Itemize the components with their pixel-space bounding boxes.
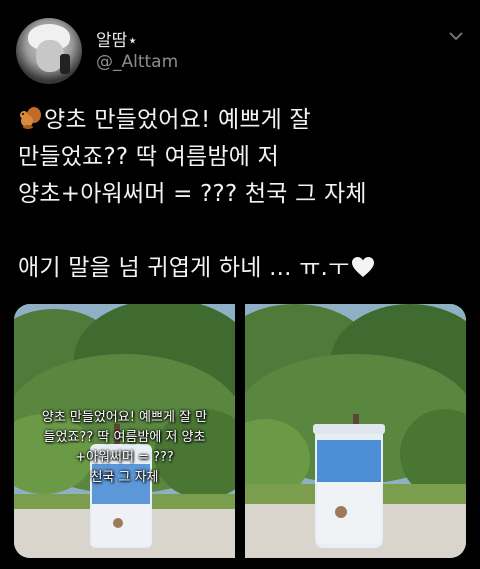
tweet-header: 알땀⋆ @_Alttam bbox=[16, 18, 464, 88]
tweet-photos: 양초 만들었어요! 예쁘게 잘 만 들었죠?? 딱 여름밤에 저 양초 +아워써… bbox=[14, 304, 466, 558]
tweet-line-2: 만들었죠?? 딱 여름밤에 저 bbox=[18, 144, 279, 170]
overlay-line-2: 들었죠?? 딱 여름밤에 저 양초 bbox=[43, 430, 206, 445]
tweet-line-4-text: 애기 말을 넘 귀엽게 하네 ... ㅠ.ㅜ bbox=[18, 255, 350, 281]
avatar[interactable] bbox=[16, 18, 82, 84]
tweet-line-3: 양초+아워써머 = ??? 천국 그 자체 bbox=[18, 181, 367, 207]
author-handle[interactable]: @_Alttam bbox=[96, 52, 178, 72]
tweet-text: 양초 만들었어요! 예쁘게 잘 만들었죠?? 딱 여름밤에 저 양초+아워써머 … bbox=[18, 102, 468, 287]
overlay-line-1: 양초 만들었어요! 예쁘게 잘 만 bbox=[41, 410, 208, 425]
tweet-line-1: 양초 만들었어요! 예쁘게 잘 bbox=[18, 102, 468, 139]
photo-1[interactable]: 양초 만들었어요! 예쁘게 잘 만 들었죠?? 딱 여름밤에 저 양초 +아워써… bbox=[14, 304, 235, 558]
squirrel-emoji-icon bbox=[20, 107, 41, 129]
author-display-name[interactable]: 알땀⋆ bbox=[96, 26, 138, 51]
photo-2-image bbox=[245, 304, 466, 558]
tweet-line-4: 애기 말을 넘 귀엽게 하네 ... ㅠ.ㅜ bbox=[18, 250, 468, 287]
photo-1-overlay-text: 양초 만들었어요! 예쁘게 잘 만 들었죠?? 딱 여름밤에 저 양초 +아워써… bbox=[14, 408, 235, 488]
overlay-line-4: 천국 그 자체 bbox=[90, 470, 159, 485]
chevron-down-icon[interactable] bbox=[448, 28, 464, 44]
photo-2[interactable] bbox=[245, 304, 466, 558]
overlay-line-3: +아워써머 = ??? bbox=[75, 450, 174, 465]
avatar-microphone bbox=[60, 54, 70, 74]
heart-icon bbox=[352, 257, 375, 277]
tweet-line-1-text: 양초 만들었어요! 예쁘게 잘 bbox=[44, 107, 311, 133]
